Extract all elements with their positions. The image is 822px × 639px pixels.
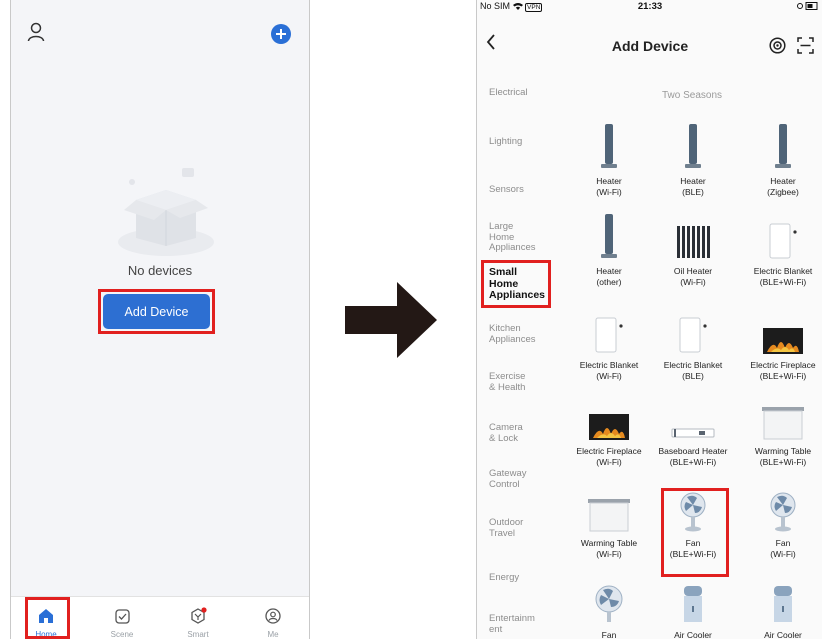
category-highlight bbox=[481, 260, 551, 308]
add-icon[interactable] bbox=[271, 24, 291, 44]
fan-icon bbox=[728, 488, 822, 532]
status-bar: No SIM VPN 21:33 bbox=[477, 0, 822, 14]
category-lighting[interactable]: Lighting bbox=[489, 136, 522, 148]
tab-label: Scene bbox=[110, 630, 134, 639]
category-entertainment[interactable]: Entertainm ent bbox=[489, 613, 535, 635]
status-time: 21:33 bbox=[637, 1, 663, 12]
device-name: Fan (Wi-Fi) bbox=[770, 538, 796, 559]
arrow-right-icon bbox=[345, 282, 437, 358]
category-energy[interactable]: Energy bbox=[489, 572, 519, 584]
category-gateway-control[interactable]: Gateway Control bbox=[489, 468, 527, 490]
fan-highlight bbox=[661, 488, 729, 577]
air-cooler-icon bbox=[728, 582, 822, 622]
section-header: Two Seasons bbox=[662, 90, 723, 101]
category-large-home-appliances[interactable]: Large Home Appliances bbox=[489, 221, 535, 254]
device-name: Heater (Zigbee) bbox=[767, 176, 799, 197]
tab-scene[interactable]: Scene bbox=[92, 597, 152, 639]
category-sensors[interactable]: Sensors bbox=[489, 184, 524, 196]
battery-icon bbox=[797, 2, 819, 12]
device-name: Electric Blanket (BLE+Wi-Fi) bbox=[753, 266, 813, 287]
nav-bar: Add Device bbox=[477, 26, 822, 62]
fireplace-icon bbox=[728, 310, 822, 354]
device-name: Electric Fireplace (BLE+Wi-Fi) bbox=[750, 360, 816, 381]
tab-label: Smart bbox=[187, 630, 209, 639]
device-electric-fireplace-ble-wifi[interactable]: Electric Fireplace (BLE+Wi-Fi) bbox=[728, 310, 822, 382]
device-name: Air Cooler bbox=[764, 630, 802, 639]
empty-box-icon bbox=[118, 168, 214, 256]
device-electric-blanket-ble-wifi[interactable]: Electric Blanket (BLE+Wi-Fi) bbox=[728, 216, 822, 288]
device-heater-zigbee[interactable]: Heater (Zigbee) bbox=[728, 124, 822, 198]
category-exercise-health[interactable]: Exercise & Health bbox=[489, 371, 525, 393]
warming-table-icon bbox=[728, 396, 822, 440]
smart-icon bbox=[189, 607, 207, 625]
device-warming-table-ble-wifi[interactable]: Warming Table (BLE+Wi-Fi) bbox=[728, 396, 822, 468]
me-icon bbox=[264, 607, 282, 625]
electric-blanket-icon bbox=[728, 216, 822, 260]
tab-label: Me bbox=[267, 630, 279, 639]
tower-heater-icon bbox=[728, 124, 822, 170]
tab-me[interactable]: Me bbox=[243, 597, 303, 639]
category-camera-lock[interactable]: Camera & Lock bbox=[489, 422, 523, 444]
qr-scan-icon[interactable] bbox=[797, 37, 814, 59]
home-tab-highlight bbox=[25, 597, 70, 639]
empty-state-text: No devices bbox=[127, 263, 193, 278]
category-outdoor-travel[interactable]: Outdoor Travel bbox=[489, 517, 523, 539]
category-kitchen-appliances[interactable]: Kitchen Appliances bbox=[489, 323, 535, 345]
category-electrical[interactable]: Electrical bbox=[489, 87, 528, 99]
tab-smart[interactable]: Smart bbox=[168, 597, 228, 639]
add-device-button[interactable]: Add Device bbox=[103, 294, 210, 329]
user-icon[interactable] bbox=[27, 22, 45, 47]
device-air-cooler-2[interactable]: Air Cooler bbox=[728, 582, 822, 639]
scene-icon bbox=[113, 607, 131, 625]
device-name: Warming Table (BLE+Wi-Fi) bbox=[754, 446, 812, 467]
add-device-screen: No SIM VPN 21:33 Add Device Electrical L… bbox=[476, 0, 822, 639]
device-fan-wifi[interactable]: Fan (Wi-Fi) bbox=[728, 488, 822, 560]
scan-nearby-icon[interactable] bbox=[769, 37, 786, 59]
home-screen: No devices Add Device Home Scene Smart M… bbox=[10, 0, 310, 639]
